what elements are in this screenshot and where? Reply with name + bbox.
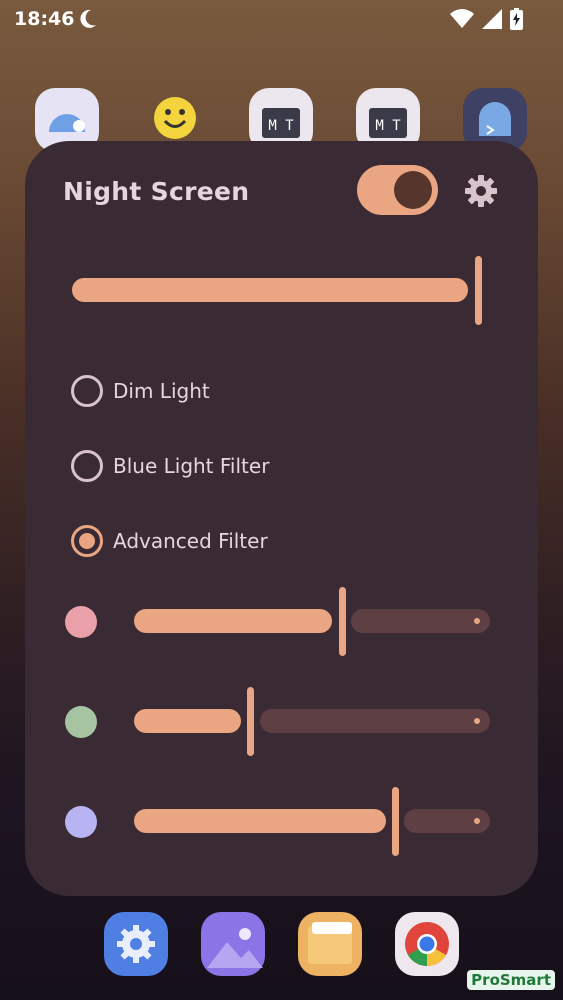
master-slider-track[interactable]	[72, 278, 468, 302]
chrome-app-icon[interactable]	[395, 912, 459, 976]
gear-icon[interactable]	[463, 173, 499, 209]
master-slider-handle[interactable]	[475, 256, 482, 325]
panel-title: Night Screen	[63, 177, 250, 206]
option-label: Advanced Filter	[113, 529, 268, 553]
blue-slider-inactive[interactable]	[404, 809, 490, 833]
option-blue-light-filter[interactable]: Blue Light Filter	[71, 449, 269, 483]
option-dim-light[interactable]: Dim Light	[71, 374, 210, 408]
moon-icon	[80, 9, 96, 28]
green-slider-inactive[interactable]	[260, 709, 490, 733]
svg-text:M T: M T	[268, 118, 294, 134]
blue-slider-active[interactable]	[134, 809, 386, 833]
green-slider-handle[interactable]	[247, 687, 254, 756]
red-slider-active[interactable]	[134, 609, 332, 633]
status-icons	[450, 8, 523, 30]
option-label: Dim Light	[113, 379, 210, 403]
red-channel-dot	[65, 606, 97, 638]
radio-blue-light-filter[interactable]	[71, 450, 103, 482]
status-bar: 18:46	[0, 0, 563, 40]
night-screen-panel: Night Screen Dim Light Blue Light Filter…	[25, 141, 538, 896]
blue-slider-handle[interactable]	[392, 787, 399, 856]
files-app-icon[interactable]	[298, 912, 362, 976]
wifi-icon	[450, 9, 474, 28]
slider-end-dot	[474, 718, 480, 724]
blue-channel-dot	[65, 806, 97, 838]
option-advanced-filter[interactable]: Advanced Filter	[71, 524, 268, 558]
slider-end-dot	[474, 618, 480, 624]
settings-app-icon[interactable]	[104, 912, 168, 976]
option-label: Blue Light Filter	[113, 454, 270, 478]
battery-charging-icon	[510, 8, 523, 30]
radio-advanced-filter[interactable]	[71, 525, 103, 557]
gallery-app-icon[interactable]	[201, 912, 265, 976]
status-time: 18:46	[14, 8, 75, 30]
red-slider-inactive[interactable]	[351, 609, 490, 633]
svg-text:M T: M T	[375, 118, 401, 134]
green-slider-active[interactable]	[134, 709, 241, 733]
red-slider-handle[interactable]	[339, 587, 346, 656]
green-channel-dot	[65, 706, 97, 738]
prosmart-watermark: ProSmart	[467, 970, 555, 990]
signal-icon	[482, 9, 502, 29]
slider-end-dot	[474, 818, 480, 824]
toggle-knob	[394, 171, 432, 209]
night-screen-toggle[interactable]	[357, 165, 438, 215]
radio-dim-light[interactable]	[71, 375, 103, 407]
